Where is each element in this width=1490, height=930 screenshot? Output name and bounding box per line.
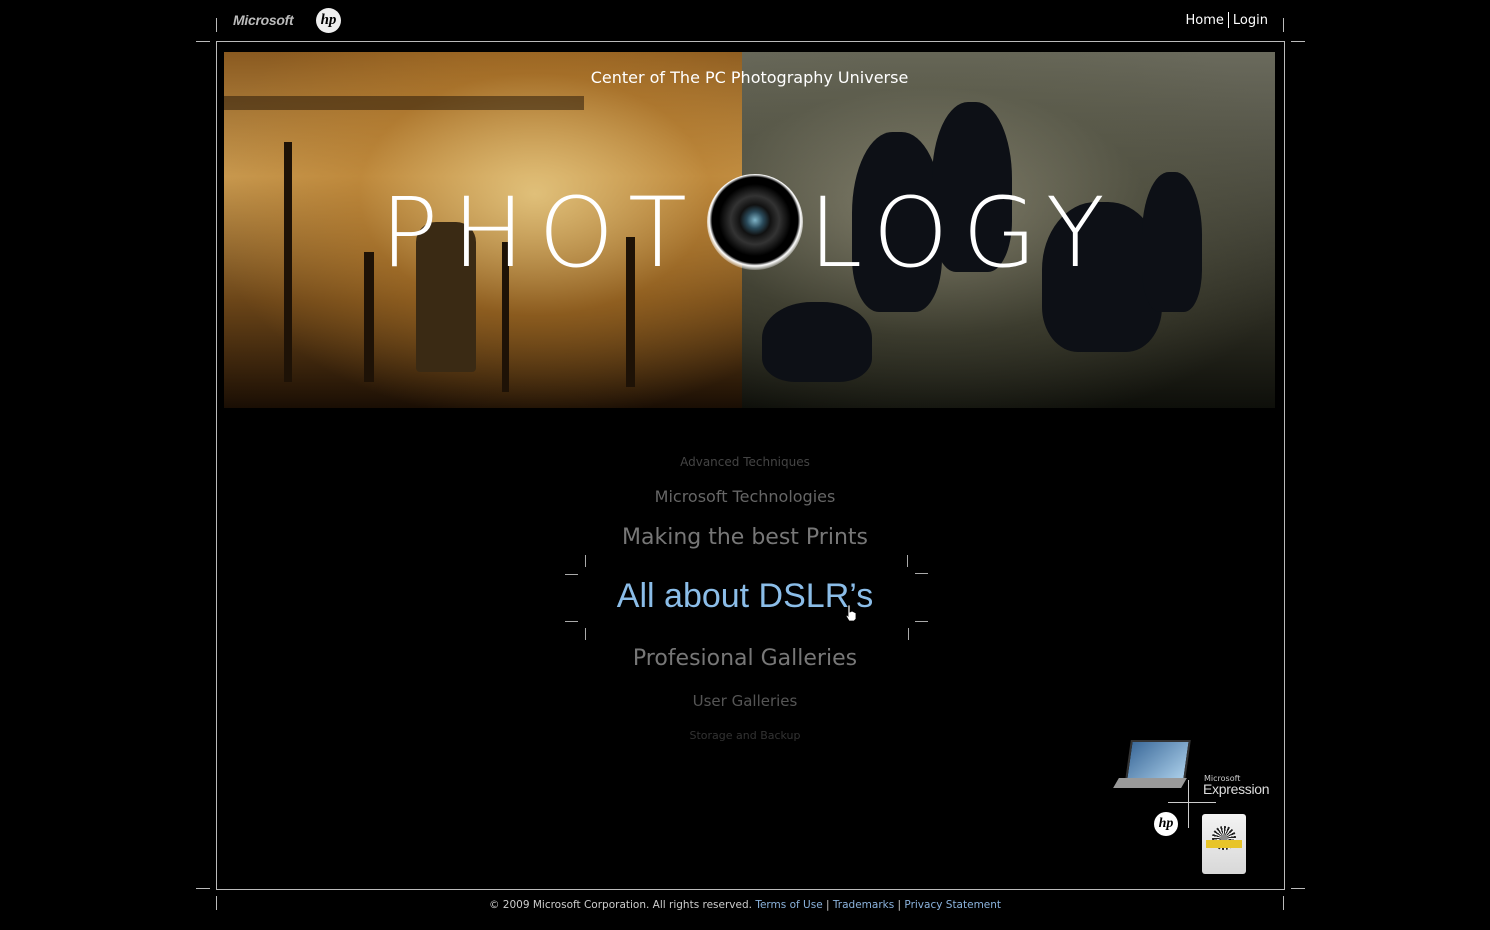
- hero-tagline: Center of The PC Photography Universe: [590, 68, 909, 87]
- menu-item-storage-backup[interactable]: Storage and Backup: [560, 729, 930, 742]
- menu-item-best-prints[interactable]: Making the best Prints: [560, 525, 930, 550]
- home-link[interactable]: Home: [1186, 13, 1224, 28]
- menu-item-label[interactable]: Storage and Backup: [560, 729, 930, 742]
- microsoft-logo: Microsoft: [233, 12, 294, 28]
- menu-item-advanced-techniques[interactable]: Advanced Techniques: [560, 455, 930, 469]
- selection-tick: [585, 555, 586, 567]
- laptop-screen: [1125, 740, 1191, 780]
- corner-tick: [1283, 18, 1284, 32]
- selection-tick: [915, 573, 928, 574]
- footer-separator: |: [826, 899, 830, 911]
- box-stripe: [1206, 840, 1242, 848]
- camera-lens-icon: [706, 174, 803, 270]
- menu-item-microsoft-technologies[interactable]: Microsoft Technologies: [560, 487, 930, 506]
- hp-partner-logo: hp: [1154, 812, 1178, 836]
- footer: © 2009 Microsoft Corporation. All rights…: [0, 899, 1490, 911]
- menu-item-professional-galleries[interactable]: Profesional Galleries: [560, 646, 930, 671]
- corner-tick: [196, 41, 210, 42]
- hp-logo: hp: [316, 8, 341, 33]
- terms-of-use-link[interactable]: Terms of Use: [755, 899, 822, 911]
- title-left: PHOT: [380, 177, 701, 289]
- software-box-image: [1202, 814, 1246, 874]
- title-right: LOGY: [808, 177, 1119, 289]
- footer-separator: |: [897, 899, 902, 911]
- copyright-text: © 2009 Microsoft Corporation. All rights…: [488, 899, 752, 911]
- selection-tick: [915, 621, 928, 622]
- top-nav: Home Login: [1186, 12, 1268, 28]
- microsoft-expression-logo: Expression: [1203, 781, 1270, 797]
- hand-cursor-icon: [845, 604, 857, 622]
- partner-divider: [1188, 780, 1189, 828]
- hero-banner: Center of The PC Photography Universe PH…: [224, 52, 1275, 408]
- partner-divider: [1168, 802, 1216, 803]
- corner-tick: [1291, 41, 1305, 42]
- corner-tick: [216, 18, 217, 32]
- laptop-base: [1113, 778, 1187, 788]
- login-link[interactable]: Login: [1233, 13, 1268, 28]
- menu-item-label[interactable]: Profesional Galleries: [560, 646, 930, 671]
- menu-item-label[interactable]: All about DSLR’s: [560, 577, 930, 616]
- corner-tick: [1291, 888, 1305, 889]
- selection-tick: [585, 628, 586, 640]
- trademarks-link[interactable]: Trademarks: [833, 899, 894, 911]
- photology-title: PHOT LOGY: [224, 174, 1275, 288]
- selection-tick: [907, 555, 908, 567]
- menu-item-label[interactable]: Microsoft Technologies: [560, 487, 930, 506]
- burnt-beam: [224, 96, 584, 110]
- player-figure: [762, 302, 872, 382]
- privacy-statement-link[interactable]: Privacy Statement: [904, 899, 1001, 911]
- partner-logos: Microsoft Expression hp: [1110, 738, 1275, 878]
- selection-tick: [908, 628, 909, 640]
- selection-tick: [565, 574, 578, 575]
- hp-laptop-image: [1113, 740, 1191, 788]
- corner-tick: [196, 888, 210, 889]
- menu-item-label[interactable]: User Galleries: [560, 692, 930, 710]
- selection-tick: [565, 621, 578, 622]
- menu-item-label[interactable]: Making the best Prints: [560, 525, 930, 550]
- menu-item-label[interactable]: Advanced Techniques: [560, 455, 930, 469]
- nav-divider: [1227, 12, 1229, 28]
- menu-item-user-galleries[interactable]: User Galleries: [560, 692, 930, 710]
- menu-item-dslr-selected[interactable]: All about DSLR’s: [560, 577, 930, 616]
